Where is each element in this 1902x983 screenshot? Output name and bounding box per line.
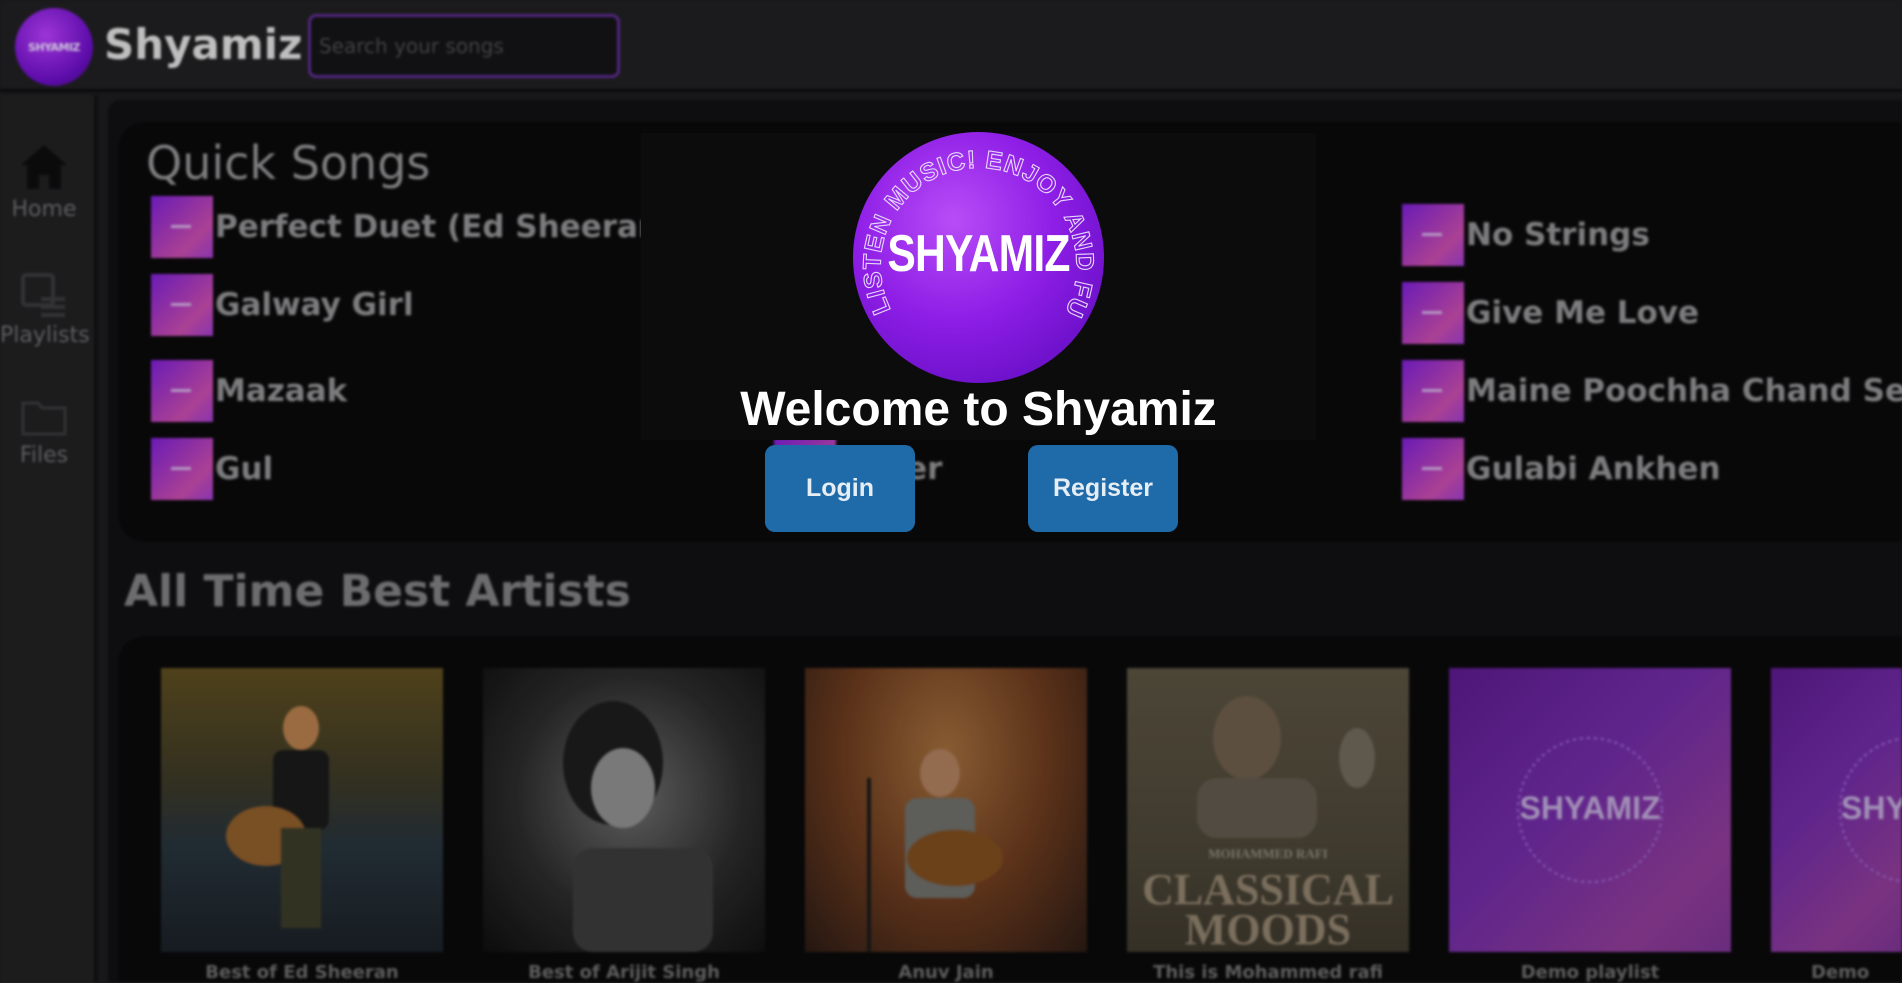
modal-overlay: LISTEN MUSIC! ENJOY AND FUN SHYAMIZ Welc… bbox=[0, 0, 1902, 982]
welcome-title: Welcome to Shyamiz bbox=[740, 383, 1217, 436]
login-button[interactable]: Login bbox=[765, 445, 915, 532]
modal-logo-text: SHYAMIZ bbox=[887, 225, 1070, 283]
register-button[interactable]: Register bbox=[1028, 445, 1178, 532]
